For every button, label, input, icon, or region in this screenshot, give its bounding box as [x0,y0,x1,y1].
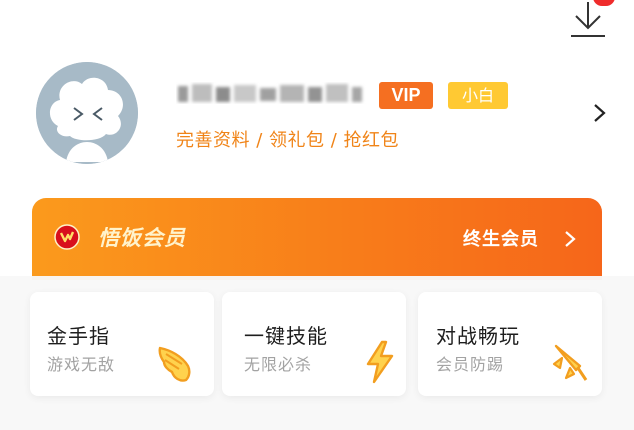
chevron-right-icon[interactable] [591,101,609,125]
feature-title: 对战畅玩 [436,324,520,348]
nickname-blurred [178,84,362,102]
wing-icon [158,346,191,382]
feature-subtitle: 游戏无敌 [47,355,116,374]
chevron-right-icon[interactable] [564,230,576,248]
member-title: 悟饭会员 [98,226,186,250]
crown-shield-icon [54,224,80,250]
feature-title: 一键技能 [244,324,328,348]
rocket-icon [552,344,588,381]
lightning-icon [366,340,394,384]
profile-links[interactable]: 完善资料 / 领礼包 / 抢红包 [176,126,399,152]
rank-badge: 小白 [448,82,508,109]
feature-subtitle: 会员防踢 [436,355,505,374]
feature-subtitle: 无限必杀 [244,355,313,374]
download-icon[interactable] [567,0,613,42]
avatar[interactable] [36,62,138,164]
feature-title: 金手指 [47,324,110,348]
lifetime-member-link[interactable]: 终生会员 [463,225,539,251]
vip-badge: VIP [379,82,433,109]
default-avatar-icon [36,62,138,164]
